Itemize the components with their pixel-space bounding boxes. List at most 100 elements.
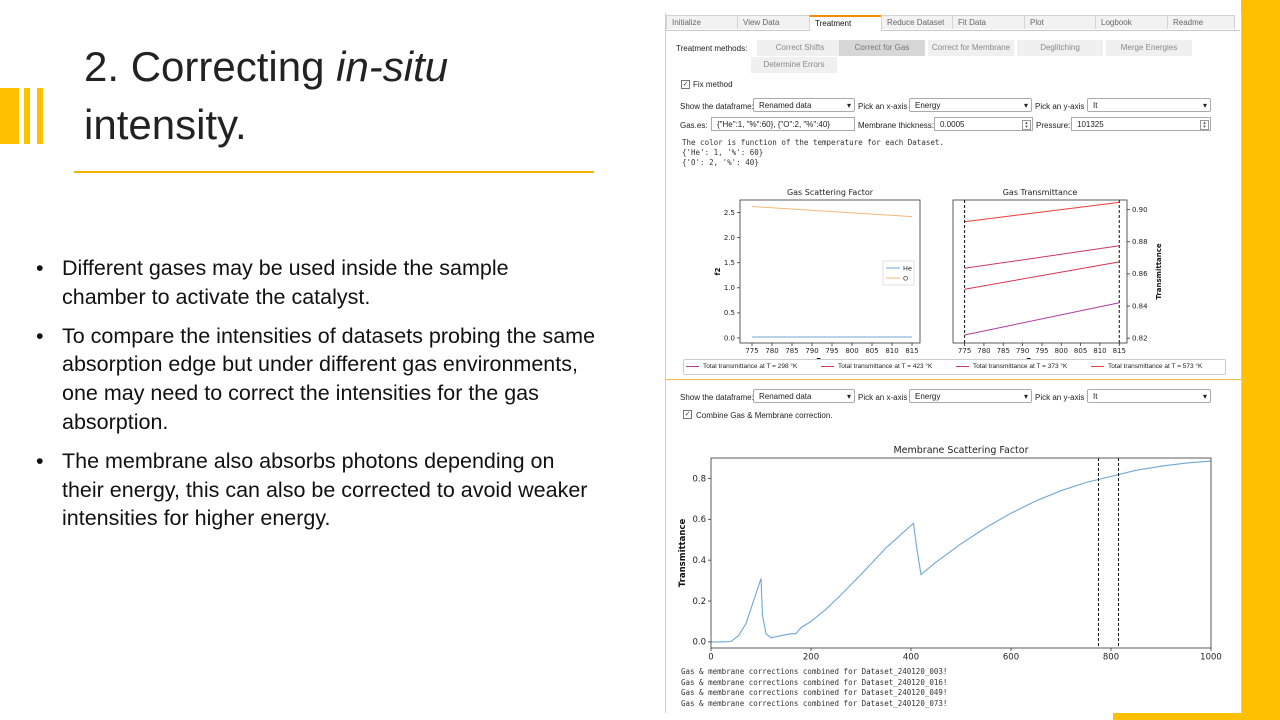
spinner-icon[interactable]: ▴ ▾ [1022, 120, 1031, 130]
combine-correction-label: Combine Gas & Membrane correction. [696, 411, 833, 420]
tab-fit-data[interactable]: Fit Data [952, 15, 1025, 29]
y-axis-select[interactable]: It ▾ [1087, 98, 1211, 112]
membrane-output-line: Gas & membrane corrections combined for … [681, 678, 948, 687]
y-tick-label: 0.0 [692, 638, 706, 648]
x-tick-label: 775 [958, 347, 971, 355]
y-tick-label: 2.0 [724, 234, 735, 242]
membrane-thickness-label: Membrane thickness: [858, 121, 935, 130]
membrane-show-dataframe-label: Show the dataframe: [680, 393, 754, 402]
y-axis-label: Pick an y-axis [1035, 102, 1085, 111]
chevron-down-icon: ▾ [1202, 392, 1207, 401]
legend-label-1: O [903, 275, 908, 283]
membrane-output-line: Gas & membrane corrections combined for … [681, 667, 948, 676]
x-tick-label: 0 [708, 653, 713, 663]
membrane-thickness-input[interactable]: 0.0005 ▴ ▾ [934, 117, 1033, 131]
deglitching-button[interactable]: Deglitching [1017, 40, 1103, 56]
gas-output-line: The color is function of the temperature… [682, 138, 944, 147]
membrane-x-axis-select[interactable]: Energy ▾ [909, 389, 1032, 403]
x-tick-label: 785 [785, 347, 798, 355]
y-tick-label: 0.6 [692, 515, 706, 525]
panel-divider [666, 379, 1241, 380]
legend-item: Total transmittance at T = 573 °K [1091, 363, 1202, 370]
correct-for-membrane-button[interactable]: Correct for Membrane [928, 40, 1014, 56]
x-tick-label: 815 [1113, 347, 1126, 355]
correct-shifts-button[interactable]: Correct Shifts [757, 40, 843, 56]
title-text: 2. Correcting [84, 43, 337, 90]
combine-correction-checkbox[interactable]: ✓ [683, 410, 692, 419]
x-tick-label: 785 [997, 347, 1010, 355]
series-line-2 [964, 245, 1120, 269]
y-tick-label: 2.5 [724, 209, 735, 217]
determine-errors-button[interactable]: Determine Errors [751, 57, 837, 73]
bullet-item: The membrane also absorbs photons depend… [36, 447, 596, 533]
y-tick-label: 1.5 [724, 259, 735, 267]
gases-label: Gas.es: [680, 121, 708, 130]
show-dataframe-label: Show the dataframe: [680, 102, 754, 111]
x-tick-label: 775 [745, 347, 758, 355]
y-tick-label: 0.5 [724, 309, 735, 317]
x-tick-label: 795 [1035, 347, 1048, 355]
gases-input[interactable]: {"He":1, "%":60}, {"O":2, "%":40} [711, 117, 855, 131]
y-tick-label: 0.88 [1132, 238, 1148, 246]
chart-title: Gas Scattering Factor [787, 188, 874, 197]
accent-block-top-right [1241, 0, 1280, 720]
fix-method-label: Fix method [693, 80, 733, 89]
show-dataframe-value: Renamed data [759, 101, 812, 110]
bullet-list: Different gases may be used inside the s… [36, 254, 596, 543]
series-line-0 [711, 460, 1212, 643]
fix-method-checkbox[interactable]: ✓ [681, 80, 690, 89]
membrane-y-axis-select[interactable]: It ▾ [1087, 389, 1211, 403]
membrane-show-dataframe-select[interactable]: Renamed data ▾ [753, 389, 855, 403]
x-tick-label: 800 [845, 347, 858, 355]
tab-readme[interactable]: Readme [1167, 15, 1235, 29]
y-axis-label: f2 [714, 267, 722, 275]
title-line-2: intensity. [84, 101, 247, 148]
series-line-0 [964, 302, 1120, 336]
x-tick-label: 790 [1016, 347, 1029, 355]
legend-swatch [1091, 365, 1104, 367]
legend-swatch [686, 365, 699, 367]
bullet-item: Different gases may be used inside the s… [36, 254, 596, 312]
gas-charts: Gas Scattering Factor 775 780 785 790 795 800 8… [714, 188, 1163, 363]
legend-item: Total transmittance at T = 298 °K [686, 363, 797, 370]
tab-bar: Initialize View Data Treatment Reduce Da… [666, 15, 1240, 31]
show-dataframe-select[interactable]: Renamed data ▾ [753, 98, 855, 112]
tab-treatment[interactable]: Treatment [809, 15, 882, 31]
membrane-output-line: Gas & membrane corrections combined for … [681, 699, 948, 708]
y-tick-label: 0.84 [1132, 302, 1148, 310]
chart-title: Gas Transmittance [1003, 188, 1078, 197]
membrane-show-dataframe-value: Renamed data [759, 392, 812, 401]
x-axis-label: Pick an x-axis [858, 102, 908, 111]
tab-view-data[interactable]: View Data [737, 15, 810, 29]
chevron-down-icon: ▾ [1023, 392, 1028, 401]
x-tick-label: 790 [805, 347, 818, 355]
membrane-thickness-value: 0.0005 [940, 120, 965, 129]
tab-plot[interactable]: Plot [1024, 15, 1096, 29]
tab-reduce-dataset[interactable]: Reduce Dataset [881, 15, 953, 29]
legend-item: Total transmittance at T = 373 °K [956, 363, 1067, 370]
x-tick-label: 1000 [1200, 653, 1222, 663]
x-axis-select[interactable]: Energy ▾ [909, 98, 1032, 112]
spinner-icon[interactable]: ▴ ▾ [1200, 120, 1209, 130]
y-tick-label: 0.86 [1132, 270, 1148, 278]
y-tick-label: 0.8 [692, 474, 706, 484]
legend-label: Total transmittance at T = 423 °K [838, 363, 933, 370]
legend-item: Total transmittance at T = 423 °K [821, 363, 932, 370]
legend-label: Total transmittance at T = 573 °K [1108, 363, 1203, 370]
x-tick-label: 800 [1103, 653, 1119, 663]
x-tick-label: 780 [765, 347, 778, 355]
chevron-down-icon: ▾ [1202, 101, 1207, 110]
chevron-down-icon: ▾ [1023, 101, 1028, 110]
merge-energies-button[interactable]: Merge Energies [1106, 40, 1192, 56]
y-tick-label: 0.2 [692, 597, 706, 607]
tab-logbook[interactable]: Logbook [1095, 15, 1168, 29]
y-axis-label: Transmittance [1155, 243, 1163, 300]
correct-for-gas-button[interactable]: Correct for Gas [839, 40, 925, 56]
gas-output-line: {'He': 1, '%': 60} [682, 148, 764, 157]
accent-bar-3 [37, 88, 43, 144]
y-tick-label: 0.4 [692, 556, 706, 566]
tab-initialize[interactable]: Initialize [666, 15, 738, 29]
y-axis-value: It [1093, 101, 1098, 110]
y-axis-label: Transmittance [678, 519, 688, 588]
pressure-input[interactable]: 101325 ▴ ▾ [1071, 117, 1211, 131]
